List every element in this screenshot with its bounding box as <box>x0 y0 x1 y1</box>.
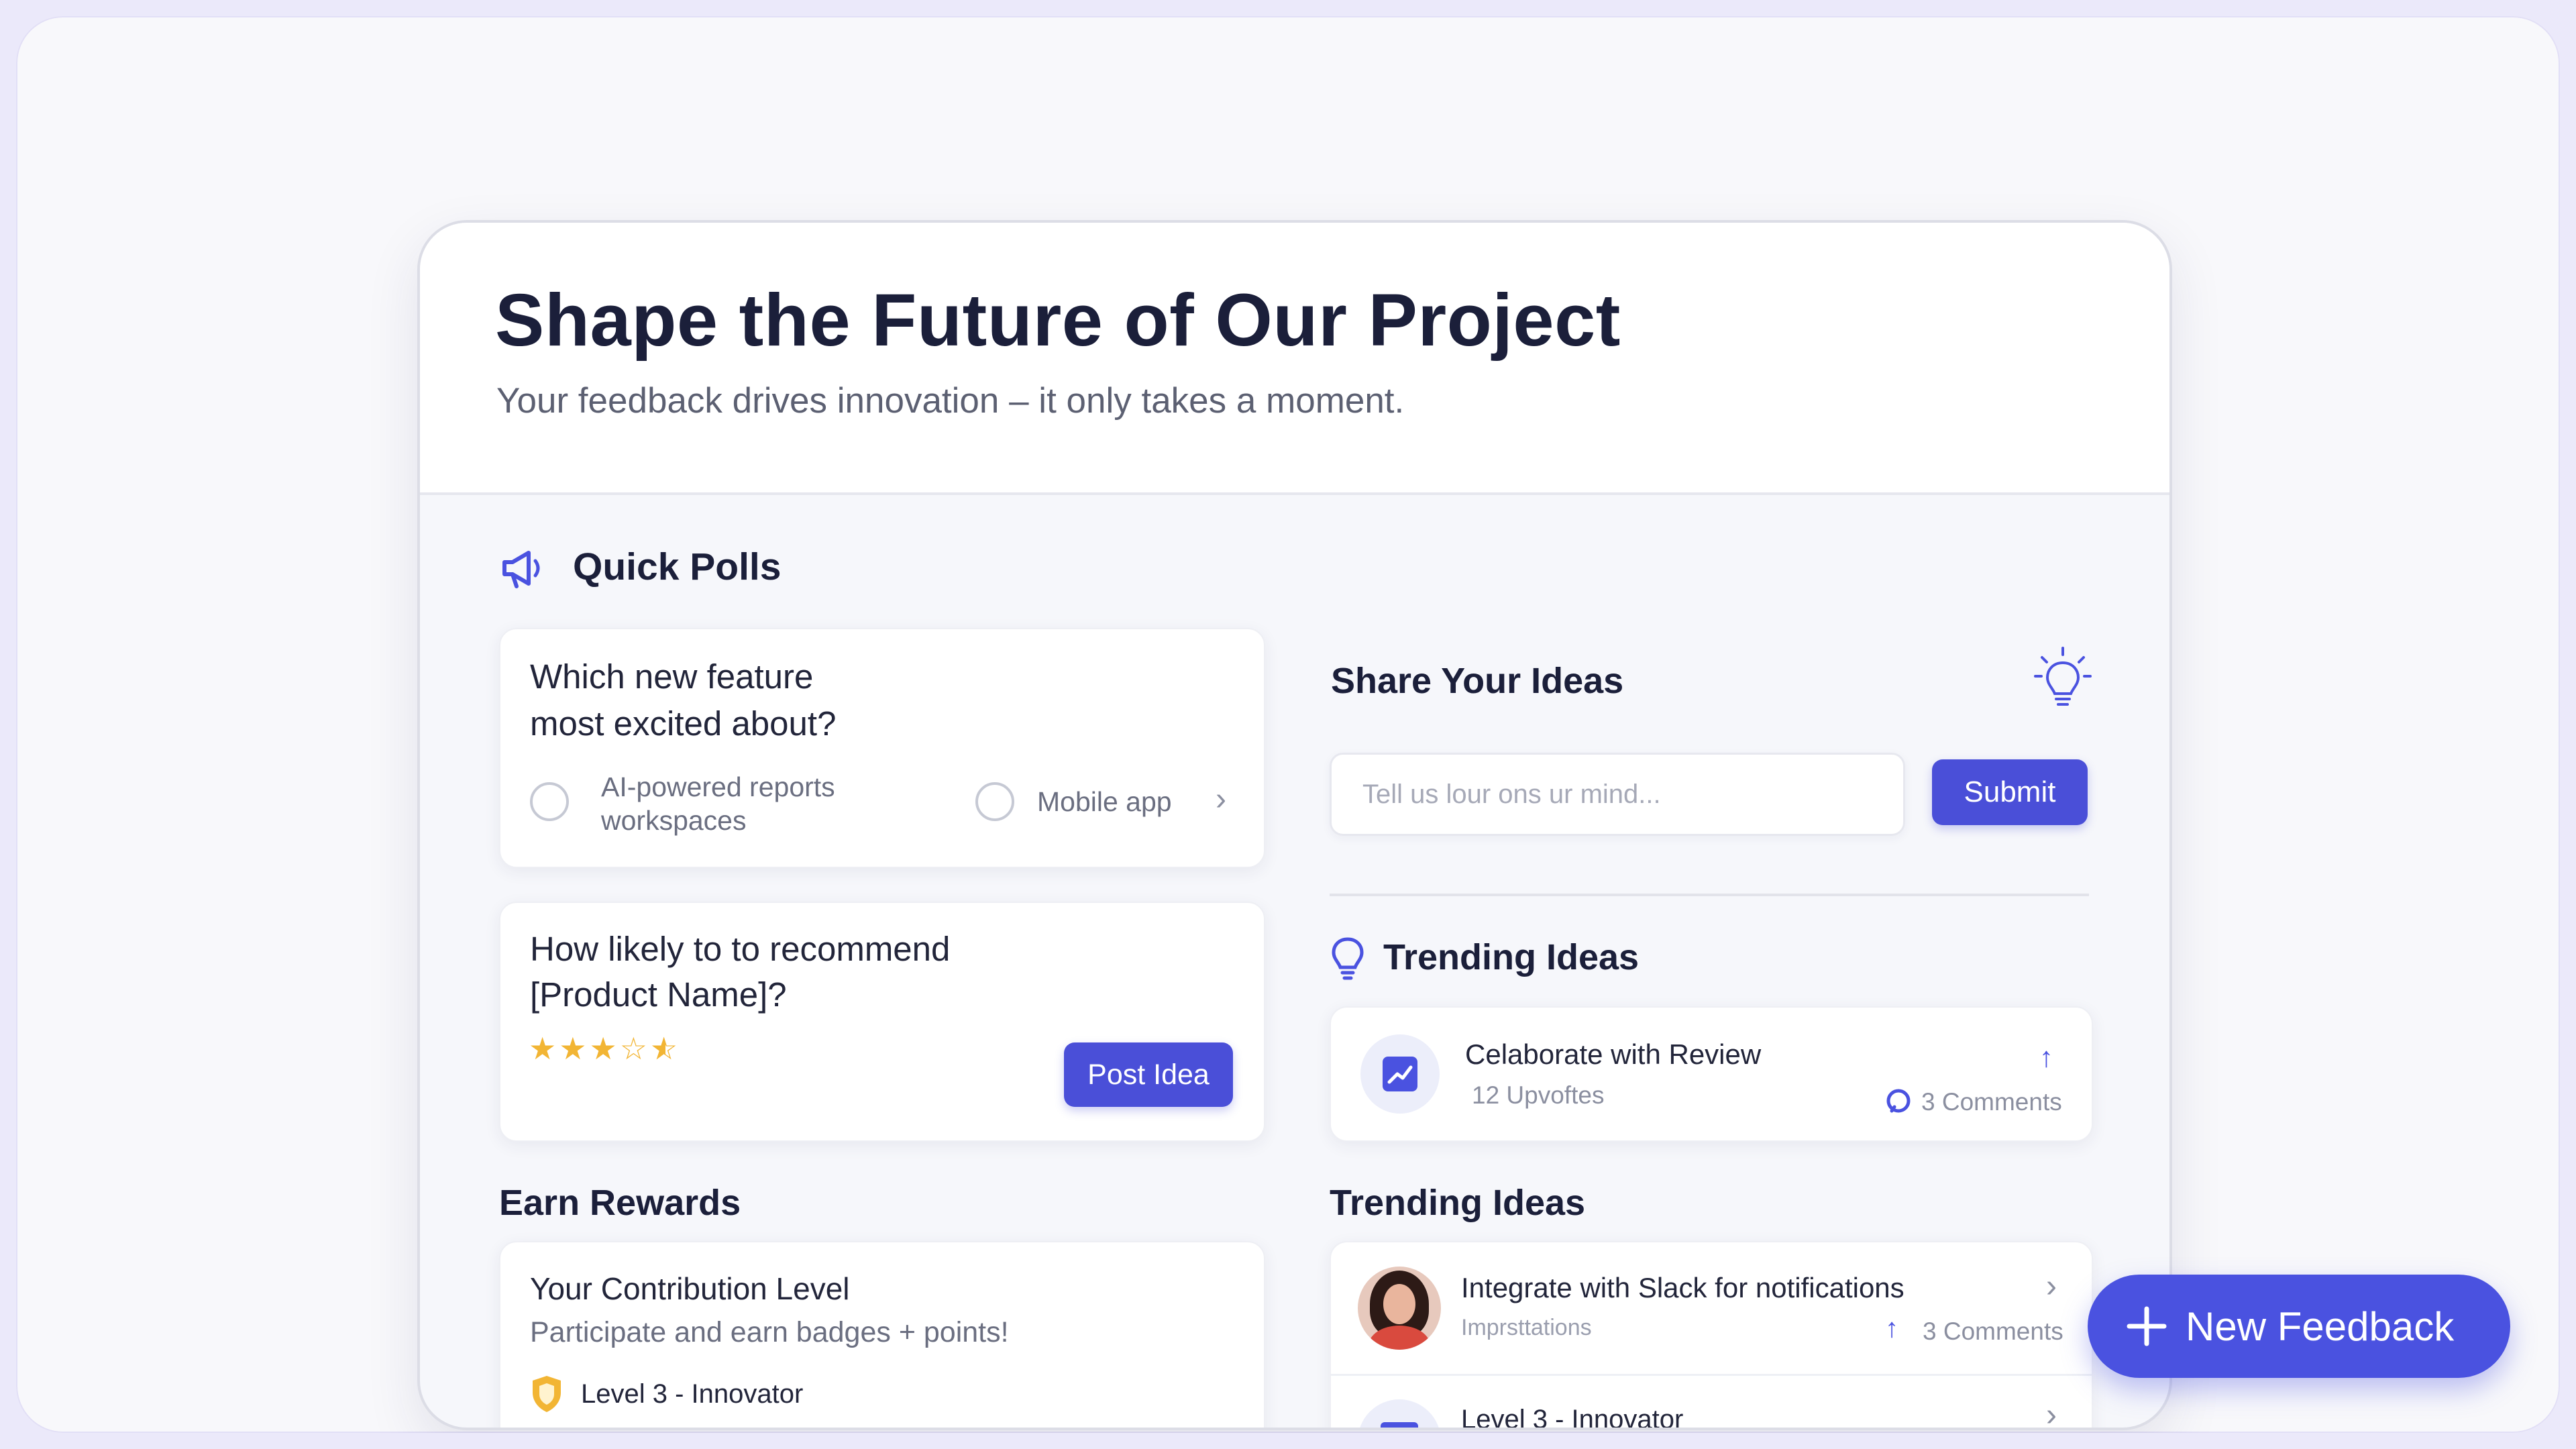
poll-option-label-mobile-app: Mobile app <box>1037 786 1172 817</box>
contribution-level-card: Your Contribution Level Participate and … <box>499 1241 1265 1428</box>
chevron-right-icon[interactable]: › <box>2046 1268 2057 1305</box>
idea-input-box <box>1330 753 1905 836</box>
list-item-title: Level 3 - Innovator <box>1461 1405 1684 1430</box>
poll-question-line2: most excited about? <box>530 704 837 743</box>
poll-question-line1: How likely to to recommend <box>530 930 951 968</box>
trend-chart-icon <box>1383 1057 1417 1091</box>
trending-item-upvotes: 12 Upvoftes <box>1472 1081 1605 1109</box>
card-header: Shape the Future of Our Project Your fee… <box>420 223 2169 495</box>
upvote-arrow-icon[interactable]: ↑ <box>1885 1313 1898 1344</box>
earn-rewards-title: Earn Rewards <box>499 1183 741 1223</box>
list-item[interactable]: Level 3 - Innovator › <box>1331 1374 2092 1430</box>
trend-chart-badge <box>1360 1034 1440 1114</box>
star-icon[interactable]: ★ <box>559 1031 589 1066</box>
poll-card-feature: Which new feature most excited about? AI… <box>499 628 1265 868</box>
idea-input[interactable] <box>1332 755 1903 834</box>
trending-ideas-title: Trending Ideas <box>1383 937 1640 977</box>
chevron-right-icon[interactable]: › <box>2046 1397 2057 1428</box>
trending-ideas-list: Integrate with Slack for notifications I… <box>1330 1241 2093 1430</box>
plus-icon <box>2127 1306 2167 1346</box>
share-ideas-title: Share Your Ideas <box>1331 661 1624 701</box>
page-subtitle: Your feedback drives innovation – it onl… <box>496 381 1405 421</box>
trending-ideas-title: Trending Ideas <box>1330 1183 1586 1223</box>
contribution-level-title: Your Contribution Level <box>530 1271 850 1306</box>
contribution-level-value: Level 3 - Innovator <box>581 1379 804 1409</box>
app-window: Shape the Future of Our Project Your fee… <box>16 16 2560 1433</box>
poll-question-line2: [Product Name]? <box>530 975 787 1014</box>
page-title: Shape the Future of Our Project <box>495 279 1621 362</box>
trending-item-title: Celaborate with Review <box>1465 1038 1762 1070</box>
poll-option-label-ai-reports: AI-powered reports workspaces <box>601 771 835 836</box>
submit-button[interactable]: Submit <box>1932 759 2088 825</box>
star-half-icon[interactable]: ☆★ <box>650 1030 680 1067</box>
poll-question-line1: Which new feature <box>530 657 814 696</box>
post-idea-button[interactable]: Post Idea <box>1064 1042 1233 1107</box>
upvote-arrow-icon[interactable]: ↑ <box>2039 1041 2053 1073</box>
new-feedback-label: New Feedback <box>2186 1303 2455 1349</box>
comment-icon <box>1886 1089 1911 1113</box>
star-icon[interactable]: ★ <box>590 1031 620 1066</box>
poll-option-radio-ai-reports[interactable] <box>530 782 569 821</box>
star-outline-icon[interactable]: ☆ <box>620 1031 650 1066</box>
trending-idea-item[interactable]: Celaborate with Review 12 Upvoftes ↑ 3 C… <box>1330 1006 2093 1142</box>
megaphone-icon <box>502 551 540 588</box>
lightbulb-icon <box>2034 647 2092 706</box>
quick-polls-title: Quick Polls <box>573 545 782 588</box>
divider <box>1330 894 2089 896</box>
shield-badge-icon <box>533 1376 561 1412</box>
list-item-subtitle: Imprsttations <box>1461 1315 1592 1340</box>
list-item-comments[interactable]: 3 Comments <box>1923 1318 2063 1346</box>
chevron-right-icon[interactable]: › <box>1216 781 1226 818</box>
list-item-badge <box>1358 1399 1441 1428</box>
avatar <box>1358 1267 1441 1350</box>
poll-option-radio-mobile-app[interactable] <box>975 782 1014 821</box>
star-rating[interactable]: ★★★☆☆★ <box>529 1030 680 1067</box>
list-item[interactable]: Integrate with Slack for notifications I… <box>1331 1242 2092 1376</box>
feedback-card: Shape the Future of Our Project Your fee… <box>417 220 2172 1430</box>
list-item-title: Integrate with Slack for notifications <box>1461 1272 1904 1303</box>
lightbulb-icon <box>1332 937 1364 980</box>
trending-item-comments[interactable]: 3 Comments <box>1921 1088 2062 1116</box>
contribution-level-subtitle: Participate and earn badges + points! <box>530 1316 1009 1348</box>
poll-card-recommend: How likely to to recommend [Product Name… <box>499 902 1265 1142</box>
star-icon[interactable]: ★ <box>529 1031 559 1066</box>
new-feedback-button[interactable]: New Feedback <box>2088 1275 2510 1378</box>
